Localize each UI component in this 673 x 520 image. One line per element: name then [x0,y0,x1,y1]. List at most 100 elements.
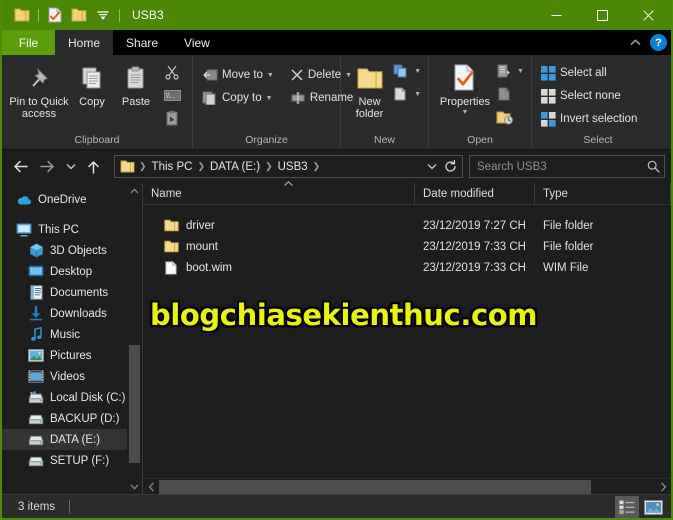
help-icon[interactable]: ? [650,34,667,51]
hscroll-track[interactable] [159,479,655,495]
maximize-button[interactable] [579,0,625,30]
status-separator [69,500,71,513]
paste-button[interactable]: Paste [114,59,158,108]
open-button[interactable]: ▼ [495,60,525,82]
paste-shortcut-icon[interactable] [160,107,184,129]
file-name-cell[interactable]: driver [143,218,415,234]
tab-view[interactable]: View [171,30,223,55]
column-header-date-modified[interactable]: Date modified [415,183,535,204]
forward-button[interactable] [35,154,60,180]
previous-locations-chevron-down-icon[interactable] [423,156,440,177]
breadcrumb-separator-3[interactable]: ❯ [312,161,322,172]
collapse-ribbon-chevron-up-icon[interactable] [625,33,645,53]
edit-button[interactable] [495,83,525,105]
column-header-type[interactable]: Type [535,183,671,204]
qat-folder-icon[interactable] [11,4,33,26]
file-list[interactable]: driver 23/12/2019 7:27 CH File folder mo… [143,205,671,478]
recent-locations-chevron-down-icon[interactable] [62,154,79,180]
details-view-button[interactable] [615,496,639,518]
breadcrumb-separator-1[interactable]: ❯ [196,161,206,172]
sidebar-scroll-thumb[interactable] [129,345,140,463]
hscroll-left-arrow-icon[interactable] [143,479,159,495]
sidebar-label-backup-d: BACKUP (D:) [50,412,120,425]
sidebar-item-music[interactable]: Music [2,324,142,345]
up-button[interactable] [81,154,106,180]
qat-properties-icon[interactable] [44,4,66,26]
sidebar-scroll-up-arrow-icon[interactable] [127,183,142,198]
sidebar-item-pictures[interactable]: Pictures [2,345,142,366]
videos-icon [28,369,44,385]
breadcrumb-separator-2[interactable]: ❯ [264,161,274,172]
file-date-cell: 23/12/2019 7:27 CH [423,219,526,232]
table-row[interactable]: boot.wim 23/12/2019 7:33 CH WIM File [143,257,671,278]
horizontal-scrollbar[interactable] [143,478,671,494]
qat-new-folder-icon[interactable] [68,4,90,26]
hscroll-thumb[interactable] [159,479,591,494]
search-icon[interactable] [647,160,660,173]
sidebar-item-documents[interactable]: Documents [2,282,142,303]
open-caret-icon[interactable]: ▼ [517,68,524,75]
delete-icon [291,69,303,81]
copy-label: Copy [79,96,105,108]
sidebar-item-setup-f[interactable]: SETUP (F:) [2,450,142,471]
sidebar-item-data-e[interactable]: DATA (E:) [2,429,142,450]
hscroll-right-arrow-icon[interactable] [655,479,671,495]
breadcrumb-item-usb3[interactable]: USB3 [274,161,312,173]
large-icons-view-button[interactable] [641,496,665,518]
copy-to-caret-icon[interactable]: ▼ [266,95,273,102]
table-row[interactable]: driver 23/12/2019 7:27 CH File folder [143,215,671,236]
tab-file[interactable]: File [2,30,55,55]
column-header-name[interactable]: Name [143,183,415,204]
sidebar-item-backup-d[interactable]: BACKUP (D:) [2,408,142,429]
breadcrumb-folder-icon [119,160,138,173]
back-button[interactable] [8,154,33,180]
status-bar: 3 items [2,494,671,518]
sidebar-item-local-disk-c[interactable]: Local Disk (C:) [2,387,142,408]
ribbon-group-label-open: Open [467,134,493,146]
refresh-icon[interactable] [442,156,459,177]
sidebar-item-desktop[interactable]: Desktop [2,261,142,282]
file-name-cell[interactable]: mount [143,239,415,255]
file-list-top-spacer [143,205,671,215]
watermark-text: blogchiasekienthuc.com [150,298,538,332]
easy-access-button[interactable]: ▼ [392,83,422,105]
tab-share[interactable]: Share [113,30,171,55]
breadcrumb-item-data-e[interactable]: DATA (E:) [206,161,264,173]
easy-access-caret-icon[interactable]: ▼ [414,91,421,98]
navigation-pane[interactable]: OneDrive This PC 3D Objects Desktop Docu… [2,183,142,494]
sidebar-item-onedrive[interactable]: OneDrive [2,189,142,210]
sidebar-item-3d-objects[interactable]: 3D Objects [2,240,142,261]
new-item-caret-icon[interactable]: ▼ [414,68,421,75]
table-row[interactable]: mount 23/12/2019 7:33 CH File folder [143,236,671,257]
move-to-caret-icon[interactable]: ▼ [267,72,274,79]
select-all-button[interactable]: Select all [538,62,640,84]
minimize-button[interactable] [533,0,579,30]
copy-to-button[interactable]: Copy to ▼ [199,87,277,109]
sidebar-scroll-down-arrow-icon[interactable] [127,479,142,494]
sidebar-scrollbar[interactable] [127,183,142,494]
properties-button[interactable]: Properties ▼ [435,59,495,116]
file-name-label: mount [186,240,218,253]
properties-caret-icon[interactable]: ▼ [462,109,469,116]
new-folder-button[interactable]: New folder [347,59,392,120]
sidebar-item-downloads[interactable]: Downloads [2,303,142,324]
sidebar-item-videos[interactable]: Videos [2,366,142,387]
sidebar-item-this-pc[interactable]: This PC [2,219,142,240]
address-bar: ❯ This PC ❯ DATA (E:) ❯ USB3 ❯ Search US… [2,150,671,183]
history-button[interactable] [495,106,525,128]
file-name-cell[interactable]: boot.wim [143,260,415,276]
breadcrumb-bar[interactable]: ❯ This PC ❯ DATA (E:) ❯ USB3 ❯ [114,155,463,178]
copy-path-icon[interactable]: \\... [160,84,184,106]
new-item-button[interactable]: ▼ [392,60,422,82]
copy-button[interactable]: Copy [70,59,114,108]
close-button[interactable] [625,0,671,30]
invert-selection-button[interactable]: Invert selection [538,108,640,130]
search-input[interactable]: Search USB3 [469,155,665,178]
select-none-button[interactable]: Select none [538,85,640,107]
cut-icon[interactable] [160,61,184,83]
breadcrumb-item-this-pc[interactable]: This PC [148,161,197,173]
pin-to-quick-access-button[interactable]: Pin to Quick access [8,59,70,120]
move-to-button[interactable]: Move to ▼ [199,64,277,86]
qat-chevron-down-icon[interactable] [92,4,114,26]
tab-home[interactable]: Home [55,30,114,55]
